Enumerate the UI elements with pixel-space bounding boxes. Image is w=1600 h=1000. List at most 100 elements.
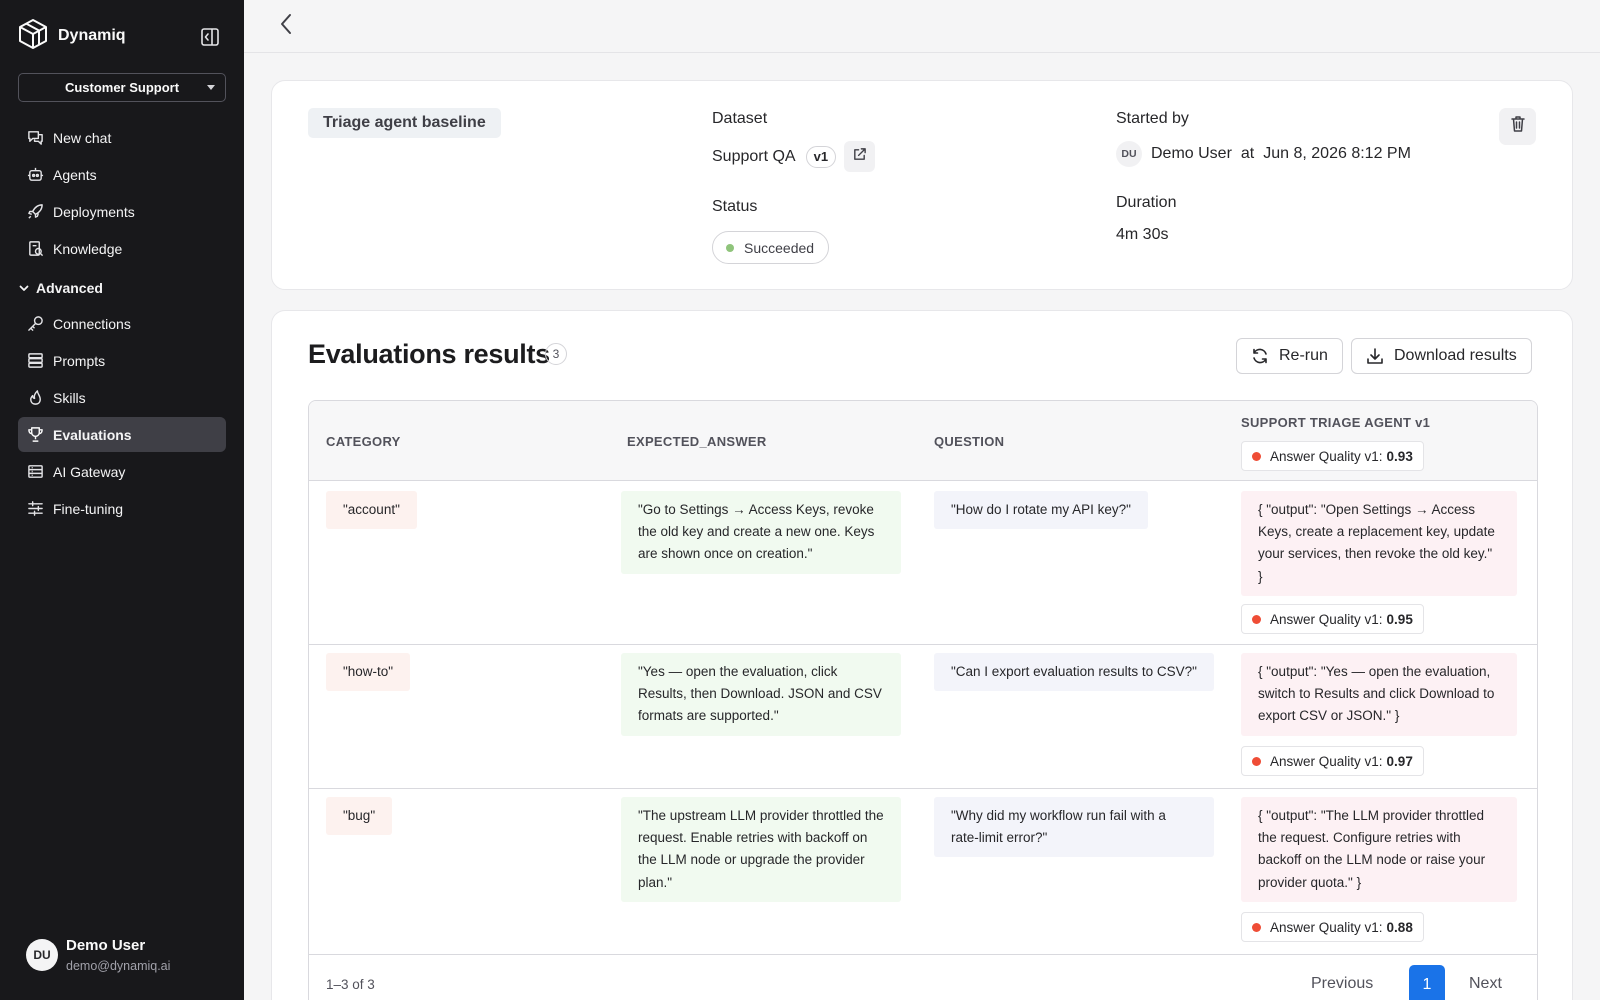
- category-cell: "account": [326, 491, 417, 530]
- table-row[interactable]: "how-to" "Yes — open the evaluation, cli…: [309, 645, 1537, 789]
- sidebar-item-label: New chat: [53, 129, 112, 146]
- sidebar-item-label: Skills: [53, 389, 86, 406]
- page-1-button[interactable]: 1: [1409, 965, 1445, 1000]
- download-icon: [1366, 347, 1384, 365]
- brand-name: Dynamiq: [58, 27, 126, 44]
- rocket-icon: [26, 203, 44, 221]
- table-row[interactable]: "bug" "The upstream LLM provider throttl…: [309, 789, 1537, 955]
- metric-dot-icon: [1252, 922, 1261, 932]
- chat-icon: [26, 129, 44, 147]
- delete-button[interactable]: [1499, 108, 1536, 145]
- sidebar-item-label: Deployments: [53, 203, 135, 220]
- open-dataset-button[interactable]: [844, 141, 876, 172]
- output-cell: { "output": "Open Settings → Access Keys…: [1241, 491, 1517, 596]
- sidebar: Dynamiq Customer Support New chat Agents…: [0, 0, 244, 1000]
- column-header-agent[interactable]: SUPPORT TRIAGE AGENT v1: [1241, 415, 1430, 430]
- sidebar-item-fine-tuning[interactable]: Fine-tuning: [18, 491, 226, 526]
- started-at-time: Jun 8, 2026 8:12 PM: [1263, 145, 1411, 162]
- metric-dot-icon: [1252, 756, 1261, 766]
- dataset-label: Dataset: [712, 110, 768, 127]
- metric-value: 0.88: [1386, 919, 1413, 935]
- download-label: Download results: [1394, 347, 1517, 364]
- sidebar-item-connections[interactable]: Connections: [18, 306, 226, 341]
- key-icon: [26, 315, 44, 333]
- started-by-value: DU Demo User at Jun 8, 2026 8:12 PM: [1116, 139, 1411, 169]
- metric-label: Answer Quality v1:: [1270, 611, 1383, 627]
- rerun-label: Re-run: [1279, 347, 1328, 364]
- expected-answer-cell: "Yes — open the evaluation, click Result…: [621, 653, 901, 736]
- metric-badge: Answer Quality v1: 0.97: [1241, 746, 1424, 776]
- sidebar-item-evaluations[interactable]: Evaluations: [18, 417, 226, 452]
- output-cell: { "output": "The LLM provider throttled …: [1241, 797, 1517, 902]
- column-header-question[interactable]: QUESTION: [934, 434, 1004, 449]
- sidebar-item-prompts[interactable]: Prompts: [18, 343, 226, 378]
- table-row[interactable]: "account" "Go to Settings → Access Keys,…: [309, 481, 1537, 645]
- at-label: at: [1240, 145, 1255, 162]
- sidebar-item-label: Fine-tuning: [53, 500, 124, 517]
- status-text: Succeeded: [744, 239, 815, 256]
- metric-dot-icon: [1252, 451, 1261, 461]
- status-badge: Succeeded: [712, 231, 830, 264]
- pagination-range: 1–3 of 3: [326, 977, 375, 992]
- collapse-sidebar-button[interactable]: [198, 25, 222, 49]
- results-count-badge: 3: [545, 343, 567, 365]
- status-label: Status: [712, 198, 758, 215]
- top-bar: [244, 0, 1600, 53]
- question-cell: "How do I rotate my API key?": [934, 491, 1148, 530]
- page-title: Evaluations results: [308, 339, 550, 369]
- evaluations-results-card: Evaluations results 3 Re-run Download re…: [271, 310, 1573, 1000]
- metric-dot-icon: [1252, 614, 1261, 624]
- started-by-name: Demo User: [1151, 145, 1232, 162]
- sidebar-item-deployments[interactable]: Deployments: [18, 194, 226, 229]
- duration-label: Duration: [1116, 194, 1177, 211]
- back-button[interactable]: [274, 13, 298, 40]
- evaluation-summary-card: Triage agent baseline Dataset Support QA…: [271, 80, 1573, 290]
- chevron-left-icon: [279, 13, 293, 40]
- metric-value: 0.97: [1386, 753, 1413, 769]
- output-cell: { "output": "Yes — open the evaluation, …: [1241, 653, 1517, 736]
- organization-label: Customer Support: [64, 80, 180, 95]
- trash-icon: [1510, 115, 1526, 138]
- prompts-icon: [26, 352, 44, 370]
- status-dot-icon: [726, 243, 734, 252]
- avatar: DU: [1116, 141, 1142, 167]
- sidebar-item-label: AI Gateway: [53, 463, 126, 480]
- metric-badge: Answer Quality v1: 0.95: [1241, 604, 1424, 634]
- gateway-icon: [26, 463, 44, 481]
- organization-select[interactable]: Customer Support: [18, 73, 226, 102]
- column-header-expected-answer[interactable]: EXPECTED_ANSWER: [627, 434, 767, 449]
- user-profile[interactable]: DU Demo User demo@dynamiq.ai: [26, 937, 170, 973]
- metric-label: Answer Quality v1:: [1270, 919, 1383, 935]
- rerun-button[interactable]: Re-run: [1236, 338, 1343, 374]
- sidebar-section-advanced[interactable]: Advanced: [18, 276, 103, 300]
- sidebar-item-skills[interactable]: Skills: [18, 380, 226, 415]
- sidebar-item-label: Connections: [53, 315, 131, 332]
- sidebar-item-agents[interactable]: Agents: [18, 157, 226, 192]
- evaluation-title: Triage agent baseline: [308, 108, 501, 138]
- sidebar-item-label: Evaluations: [53, 426, 132, 443]
- duration-value: 4m 30s: [1116, 226, 1169, 243]
- sidebar-item-ai-gateway[interactable]: AI Gateway: [18, 454, 226, 489]
- category-cell: "bug": [326, 797, 393, 836]
- metric-label: Answer Quality v1:: [1270, 448, 1383, 464]
- brand[interactable]: Dynamiq: [18, 18, 126, 54]
- download-results-button[interactable]: Download results: [1351, 338, 1532, 374]
- dataset-name[interactable]: Support QA: [712, 148, 796, 166]
- trophy-icon: [26, 426, 44, 444]
- metric-value: 0.93: [1386, 448, 1413, 464]
- agent-icon: [26, 166, 44, 184]
- metric-badge: Answer Quality v1: 0.88: [1241, 912, 1424, 942]
- avatar: DU: [26, 939, 58, 971]
- dataset-value: Support QA v1: [712, 141, 876, 172]
- category-cell: "how-to": [326, 653, 411, 692]
- dynamiq-logo-icon: [18, 18, 48, 55]
- table-pagination: 1–3 of 3 Previous 1 Next: [309, 955, 1537, 1000]
- external-link-icon: [852, 147, 867, 167]
- sidebar-item-knowledge[interactable]: Knowledge: [18, 231, 226, 266]
- sidebar-item-label: Agents: [53, 166, 97, 183]
- sidebar-item-new-chat[interactable]: New chat: [18, 120, 226, 155]
- column-header-category[interactable]: CATEGORY: [326, 434, 401, 449]
- table-header: CATEGORY EXPECTED_ANSWER QUESTION SUPPOR…: [309, 401, 1537, 481]
- previous-page-button[interactable]: Previous: [1311, 975, 1373, 993]
- next-page-button[interactable]: Next: [1469, 975, 1502, 993]
